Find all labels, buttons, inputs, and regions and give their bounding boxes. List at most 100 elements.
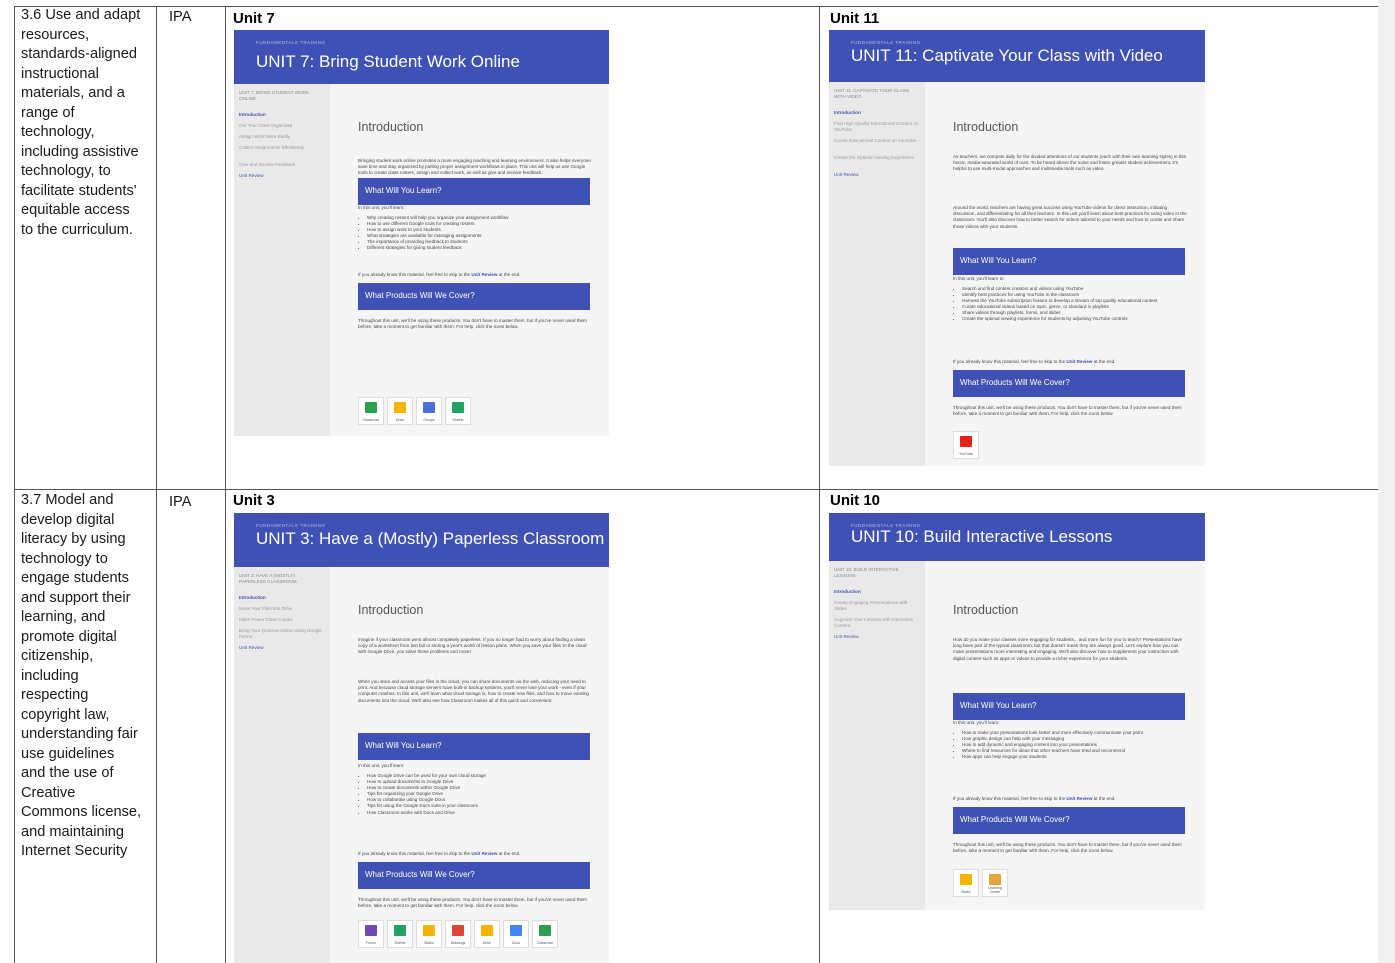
learn-section-heading: What Will You Learn? bbox=[365, 741, 442, 750]
learn-list: How to make your presentations look bett… bbox=[953, 730, 1198, 760]
products-section-heading: What Products Will We Cover? bbox=[960, 378, 1070, 387]
standard-line: technology, to bbox=[21, 163, 111, 179]
sidebar-nav-item[interactable]: Create Engaging Presentations with Slide… bbox=[834, 600, 920, 612]
standard-line: use guidelines bbox=[21, 745, 115, 762]
unit-banner: FUNDAMENTALS TRAINING UNIT 3: Have a (Mos… bbox=[234, 513, 609, 567]
sidebar-nav-item[interactable]: Introduction bbox=[834, 589, 920, 595]
sidebar-nav-item[interactable]: Unit Review bbox=[239, 645, 325, 651]
product-icon-tile[interactable]: Groups bbox=[416, 397, 442, 425]
standard-line: and the use of bbox=[21, 765, 114, 781]
unit-screenshot: FUNDAMENTALS TRAINING UNIT 7: Bring Stude… bbox=[234, 30, 609, 436]
learn-list: How Google Drive can be used for your ow… bbox=[358, 773, 602, 816]
banner-kicker: FUNDAMENTALS TRAINING bbox=[256, 523, 326, 528]
standard-line: Internet Security bbox=[21, 843, 128, 859]
unit-review-link[interactable]: Unit Review bbox=[1066, 796, 1092, 801]
product-label: Classroom bbox=[536, 941, 554, 945]
product-icon-tile[interactable]: Classroom bbox=[532, 920, 558, 948]
unit-banner: FUNDAMENTALS TRAINING UNIT 11: Captivate … bbox=[829, 30, 1205, 82]
product-icons: Forms Sheets Slides Drawings Drive Docs Classr… bbox=[358, 920, 558, 948]
product-icon-tile[interactable]: Slides bbox=[953, 869, 979, 897]
products-section-bar: What Products Will We Cover? bbox=[953, 807, 1185, 834]
sidebar-nav-item[interactable]: Curate Educational Content on YouTube bbox=[834, 138, 920, 144]
product-icon-tile[interactable]: Sheets bbox=[387, 920, 413, 948]
unit-review-link[interactable]: Unit Review bbox=[471, 851, 497, 856]
sidebar-heading: UNIT 7: BRING STUDENT WORK ONLINE bbox=[239, 90, 310, 101]
sidebar-nav-item[interactable]: Unit Review bbox=[239, 173, 325, 179]
standard-line: 3.6 Use and adapt bbox=[21, 7, 141, 23]
standard-line: citizenship, bbox=[21, 648, 94, 664]
standard-line: instructional bbox=[21, 65, 99, 82]
sidebar-nav-item[interactable]: Move Your Files into Drive bbox=[239, 606, 325, 612]
row-divider bbox=[14, 489, 1378, 490]
product-icon-tile[interactable]: Docs bbox=[503, 920, 529, 948]
skip-note: If you already know this material, feel … bbox=[358, 272, 593, 278]
standard-line: understanding fair bbox=[21, 726, 138, 742]
product-icon-tile[interactable]: Slides bbox=[416, 920, 442, 948]
product-icon-tile[interactable]: Drive bbox=[474, 920, 500, 948]
unit-review-link[interactable]: Unit Review bbox=[471, 272, 497, 277]
unit-banner: FUNDAMENTALS TRAINING UNIT 7: Bring Stude… bbox=[234, 30, 609, 84]
unit-review-link[interactable]: Unit Review bbox=[1066, 359, 1092, 364]
learn-section-bar: What Will You Learn? bbox=[358, 178, 590, 205]
sidebar-nav-item[interactable]: Make Fewer Class Copies bbox=[239, 617, 325, 623]
sidebar-nav-item[interactable]: Augment Your Lessons with Interactive Co… bbox=[834, 617, 920, 629]
skip-text: If you already know this material, feel … bbox=[358, 272, 471, 277]
product-icon-tile[interactable]: Sheets bbox=[445, 397, 471, 425]
standard-line: resources, bbox=[21, 26, 90, 43]
standard-line: technology, bbox=[21, 124, 95, 140]
product-icon-tile[interactable]: Forms bbox=[358, 920, 384, 948]
sidebar-nav-item[interactable]: Create the Optimal Viewing Experience bbox=[834, 155, 920, 161]
product-icon bbox=[989, 874, 1001, 885]
product-icon bbox=[510, 925, 522, 936]
unit-page-title: UNIT 11: Captivate Your Class with Video bbox=[851, 46, 1163, 65]
standard-text: 3.6 Use and adapt resources, standards-ali… bbox=[21, 6, 149, 240]
product-icon-tile[interactable]: Classroom bbox=[358, 397, 384, 425]
products-paragraph: Throughout this unit, we'll be using the… bbox=[953, 405, 1182, 417]
intro-paragraph: Around the world, teachers are having gr… bbox=[953, 205, 1187, 229]
sidebar-nav-item[interactable]: Unit Review bbox=[834, 172, 920, 178]
product-icon-tile[interactable]: Drawings bbox=[445, 920, 471, 948]
banner-kicker: FUNDAMENTALS TRAINING bbox=[256, 40, 326, 45]
sidebar-nav-item[interactable]: Introduction bbox=[239, 595, 325, 601]
skip-text: If you already know this material, feel … bbox=[953, 796, 1066, 801]
intro-paragraph: Bringing student work online promotes a … bbox=[358, 158, 591, 176]
unit-heading: Unit 3 bbox=[233, 492, 275, 509]
standard-line: standards-aligned bbox=[21, 46, 138, 62]
product-label: Forms bbox=[366, 941, 376, 945]
sidebar-nav-item[interactable]: Unit Review bbox=[834, 634, 920, 640]
product-icons: Slides Learning Center bbox=[953, 869, 1008, 897]
column-divider-units bbox=[819, 6, 820, 963]
product-icon-tile[interactable]: Learning Center bbox=[982, 869, 1008, 897]
banner-kicker: FUNDAMENTALS TRAINING bbox=[851, 40, 921, 45]
product-icon bbox=[394, 402, 406, 413]
sidebar-nav-item[interactable]: Introduction bbox=[834, 110, 920, 116]
sidebar-nav-item[interactable]: Introduction bbox=[239, 112, 325, 118]
sidebar-nav-item[interactable]: Bring Your Quizzes Online Using Google F… bbox=[239, 628, 325, 640]
learn-lead: In this unit, you'll learn: bbox=[358, 763, 405, 768]
standard-line: technology to bbox=[21, 550, 108, 567]
standard-line: range of bbox=[21, 104, 75, 121]
sidebar-nav-item[interactable]: Find High-Quality Educational Content on… bbox=[834, 121, 920, 133]
product-icon bbox=[452, 925, 464, 936]
skip-note: If you already know this material, feel … bbox=[358, 851, 593, 857]
intro-heading: Introduction bbox=[953, 603, 1019, 617]
learn-lead: In this unit, you'll learn: bbox=[953, 720, 1000, 725]
sidebar-nav-item[interactable]: Give and Review Feedback bbox=[239, 162, 325, 168]
standard-line: including bbox=[21, 667, 79, 684]
learn-item: Create the optimal viewing experience fo… bbox=[962, 316, 1198, 322]
product-icon bbox=[394, 925, 406, 936]
product-icon-tile[interactable]: Drive bbox=[387, 397, 413, 425]
intro-paragraph: When you store and access your files in … bbox=[358, 679, 589, 703]
sidebar-nav-item[interactable]: Assign Work More Easily bbox=[239, 134, 325, 140]
scrollbar[interactable] bbox=[1378, 0, 1395, 963]
intro-paragraph: Imagine if your classroom went almost co… bbox=[358, 637, 588, 655]
unit-sidebar: UNIT 10: BUILD INTERACTIVE LESSONS Introd… bbox=[829, 561, 925, 910]
product-icon-tile[interactable]: YouTube bbox=[953, 431, 979, 459]
intro-paragraph: How do you make your classes more engagi… bbox=[953, 637, 1183, 661]
product-label: Classroom bbox=[362, 418, 380, 422]
sidebar-heading: UNIT 11: CAPTIVATE YOUR CLASS WITH VIDEO bbox=[834, 88, 909, 99]
standard-line: and support their bbox=[21, 589, 131, 606]
sidebar-nav-item[interactable]: Collect Assignments Effortlessly bbox=[239, 145, 325, 151]
product-label: Docs bbox=[512, 941, 520, 945]
sidebar-nav-item[interactable]: Get Your Class Organized bbox=[239, 123, 325, 129]
